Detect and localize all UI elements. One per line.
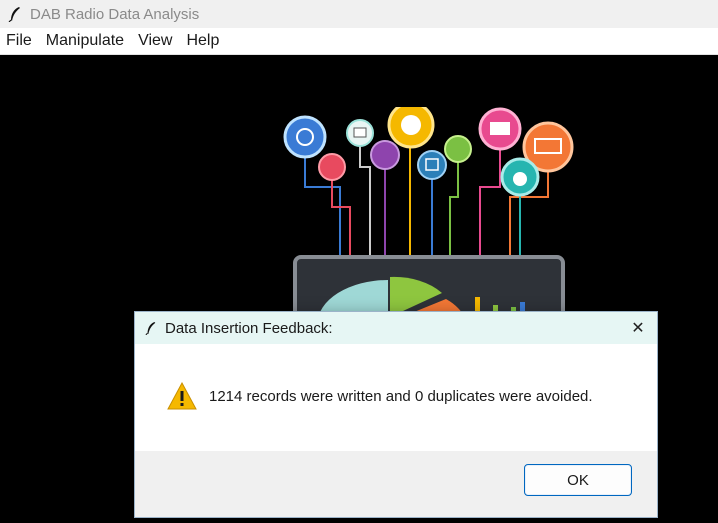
dialog-message: 1214 records were written and 0 duplicat… xyxy=(209,388,593,405)
window-title: DAB Radio Data Analysis xyxy=(30,5,200,23)
feather-icon xyxy=(8,7,20,22)
dialog-titlebar: Data Insertion Feedback: ✕ xyxy=(135,312,657,344)
menu-manipulate[interactable]: Manipulate xyxy=(39,28,131,54)
dialog-body: 1214 records were written and 0 duplicat… xyxy=(135,344,657,450)
menu-view[interactable]: View xyxy=(131,28,179,54)
feedback-dialog: Data Insertion Feedback: ✕ 1214 records … xyxy=(134,311,658,518)
warning-icon xyxy=(167,382,197,410)
feather-icon xyxy=(145,322,156,335)
ok-button[interactable]: OK xyxy=(524,464,632,496)
menu-help[interactable]: Help xyxy=(179,28,226,54)
dialog-footer: OK xyxy=(135,451,657,517)
menu-file[interactable]: File xyxy=(0,28,39,54)
window-titlebar: DAB Radio Data Analysis xyxy=(0,0,718,28)
main-canvas: Data Insertion Feedback: ✕ 1214 records … xyxy=(0,55,718,523)
close-icon[interactable]: ✕ xyxy=(619,312,657,344)
dialog-title: Data Insertion Feedback: xyxy=(165,319,333,337)
menu-bar: File Manipulate View Help xyxy=(0,28,718,55)
icon-bubbles xyxy=(283,107,574,197)
